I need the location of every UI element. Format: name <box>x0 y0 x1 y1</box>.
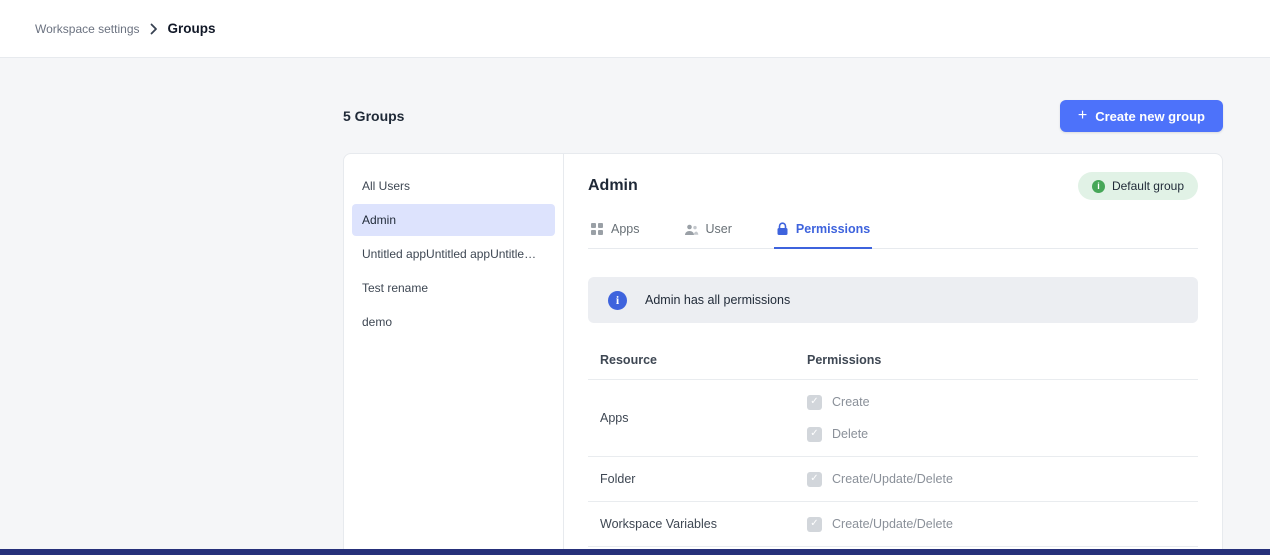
resource-label: Folder <box>600 472 807 486</box>
chevron-right-icon <box>150 23 158 35</box>
grid-icon <box>590 222 604 236</box>
group-item-label: demo <box>362 315 392 329</box>
detail-head: Admin i Default group <box>588 172 1198 200</box>
group-list: All Users Admin Untitled appUntitled app… <box>344 154 564 555</box>
permission-cells: ✓ Create/Update/Delete <box>807 469 953 489</box>
breadcrumb-groups: Groups <box>168 21 216 36</box>
default-group-badge: i Default group <box>1078 172 1198 200</box>
tab-permissions-label: Permissions <box>796 222 870 236</box>
header-resource: Resource <box>600 353 807 367</box>
group-item-untitled-app[interactable]: Untitled appUntitled appUntitle… <box>352 238 555 270</box>
group-item-demo[interactable]: demo <box>352 306 555 338</box>
table-header-row: Resource Permissions <box>588 345 1198 380</box>
permission-cells: ✓ Create/Update/Delete <box>807 514 953 534</box>
breadcrumb: Workspace settings Groups <box>35 21 216 36</box>
group-item-label: Untitled appUntitled appUntitle… <box>362 247 536 261</box>
checkbox-apps-create[interactable]: ✓ <box>807 395 822 410</box>
checkbox-folder-cud[interactable]: ✓ <box>807 472 822 487</box>
groups-card: All Users Admin Untitled appUntitled app… <box>343 153 1223 555</box>
group-item-label: Admin <box>362 213 396 227</box>
tab-apps[interactable]: Apps <box>588 218 642 249</box>
header-permissions: Permissions <box>807 353 881 367</box>
detail-tabs: Apps User <box>588 218 1198 249</box>
groups-count-label: 5 Groups <box>343 108 404 124</box>
group-item-test-rename[interactable]: Test rename <box>352 272 555 304</box>
group-item-label: All Users <box>362 179 410 193</box>
badge-label: Default group <box>1112 179 1184 193</box>
top-bar: Workspace settings Groups <box>0 0 1270 58</box>
permission-label: Create/Update/Delete <box>832 517 953 531</box>
resource-label: Apps <box>600 411 807 425</box>
create-new-group-button[interactable]: + Create new group <box>1060 100 1223 132</box>
group-title: Admin <box>588 177 638 195</box>
permission-line: ✓ Create/Update/Delete <box>807 469 953 489</box>
group-detail-panel: Admin i Default group <box>564 154 1222 555</box>
permission-label: Delete <box>832 427 868 441</box>
banner-text: Admin has all permissions <box>645 293 790 307</box>
bottom-strip <box>0 549 1270 555</box>
users-icon <box>684 223 699 236</box>
permission-line: ✓ Create <box>807 392 870 412</box>
table-row: Apps ✓ Create ✓ Delete <box>588 380 1198 457</box>
create-new-group-label: Create new group <box>1095 109 1205 124</box>
info-icon: i <box>608 291 627 310</box>
groups-page: 5 Groups + Create new group All Users Ad… <box>343 100 1223 555</box>
permission-line: ✓ Delete <box>807 424 870 444</box>
permission-cells: ✓ Create ✓ Delete <box>807 392 870 444</box>
permissions-table: Resource Permissions Apps ✓ Create ✓ Del… <box>588 345 1198 547</box>
permissions-info-banner: i Admin has all permissions <box>588 277 1198 323</box>
group-item-label: Test rename <box>362 281 428 295</box>
plus-icon: + <box>1078 108 1087 124</box>
breadcrumb-workspace-settings[interactable]: Workspace settings <box>35 22 140 36</box>
table-row: Folder ✓ Create/Update/Delete <box>588 457 1198 502</box>
lock-icon <box>776 222 789 236</box>
permission-line: ✓ Create/Update/Delete <box>807 514 953 534</box>
checkbox-workspace-variables-cud[interactable]: ✓ <box>807 517 822 532</box>
tab-permissions[interactable]: Permissions <box>774 218 872 249</box>
resource-label: Workspace Variables <box>600 517 807 531</box>
checkbox-apps-delete[interactable]: ✓ <box>807 427 822 442</box>
permission-label: Create/Update/Delete <box>832 472 953 486</box>
group-item-admin[interactable]: Admin <box>352 204 555 236</box>
table-row: Workspace Variables ✓ Create/Update/Dele… <box>588 502 1198 547</box>
tab-user[interactable]: User <box>682 218 734 249</box>
page-head: 5 Groups + Create new group <box>343 100 1223 132</box>
group-item-all-users[interactable]: All Users <box>352 170 555 202</box>
badge-info-icon: i <box>1092 180 1105 193</box>
tab-user-label: User <box>706 222 732 236</box>
permission-label: Create <box>832 395 870 409</box>
tab-apps-label: Apps <box>611 222 640 236</box>
